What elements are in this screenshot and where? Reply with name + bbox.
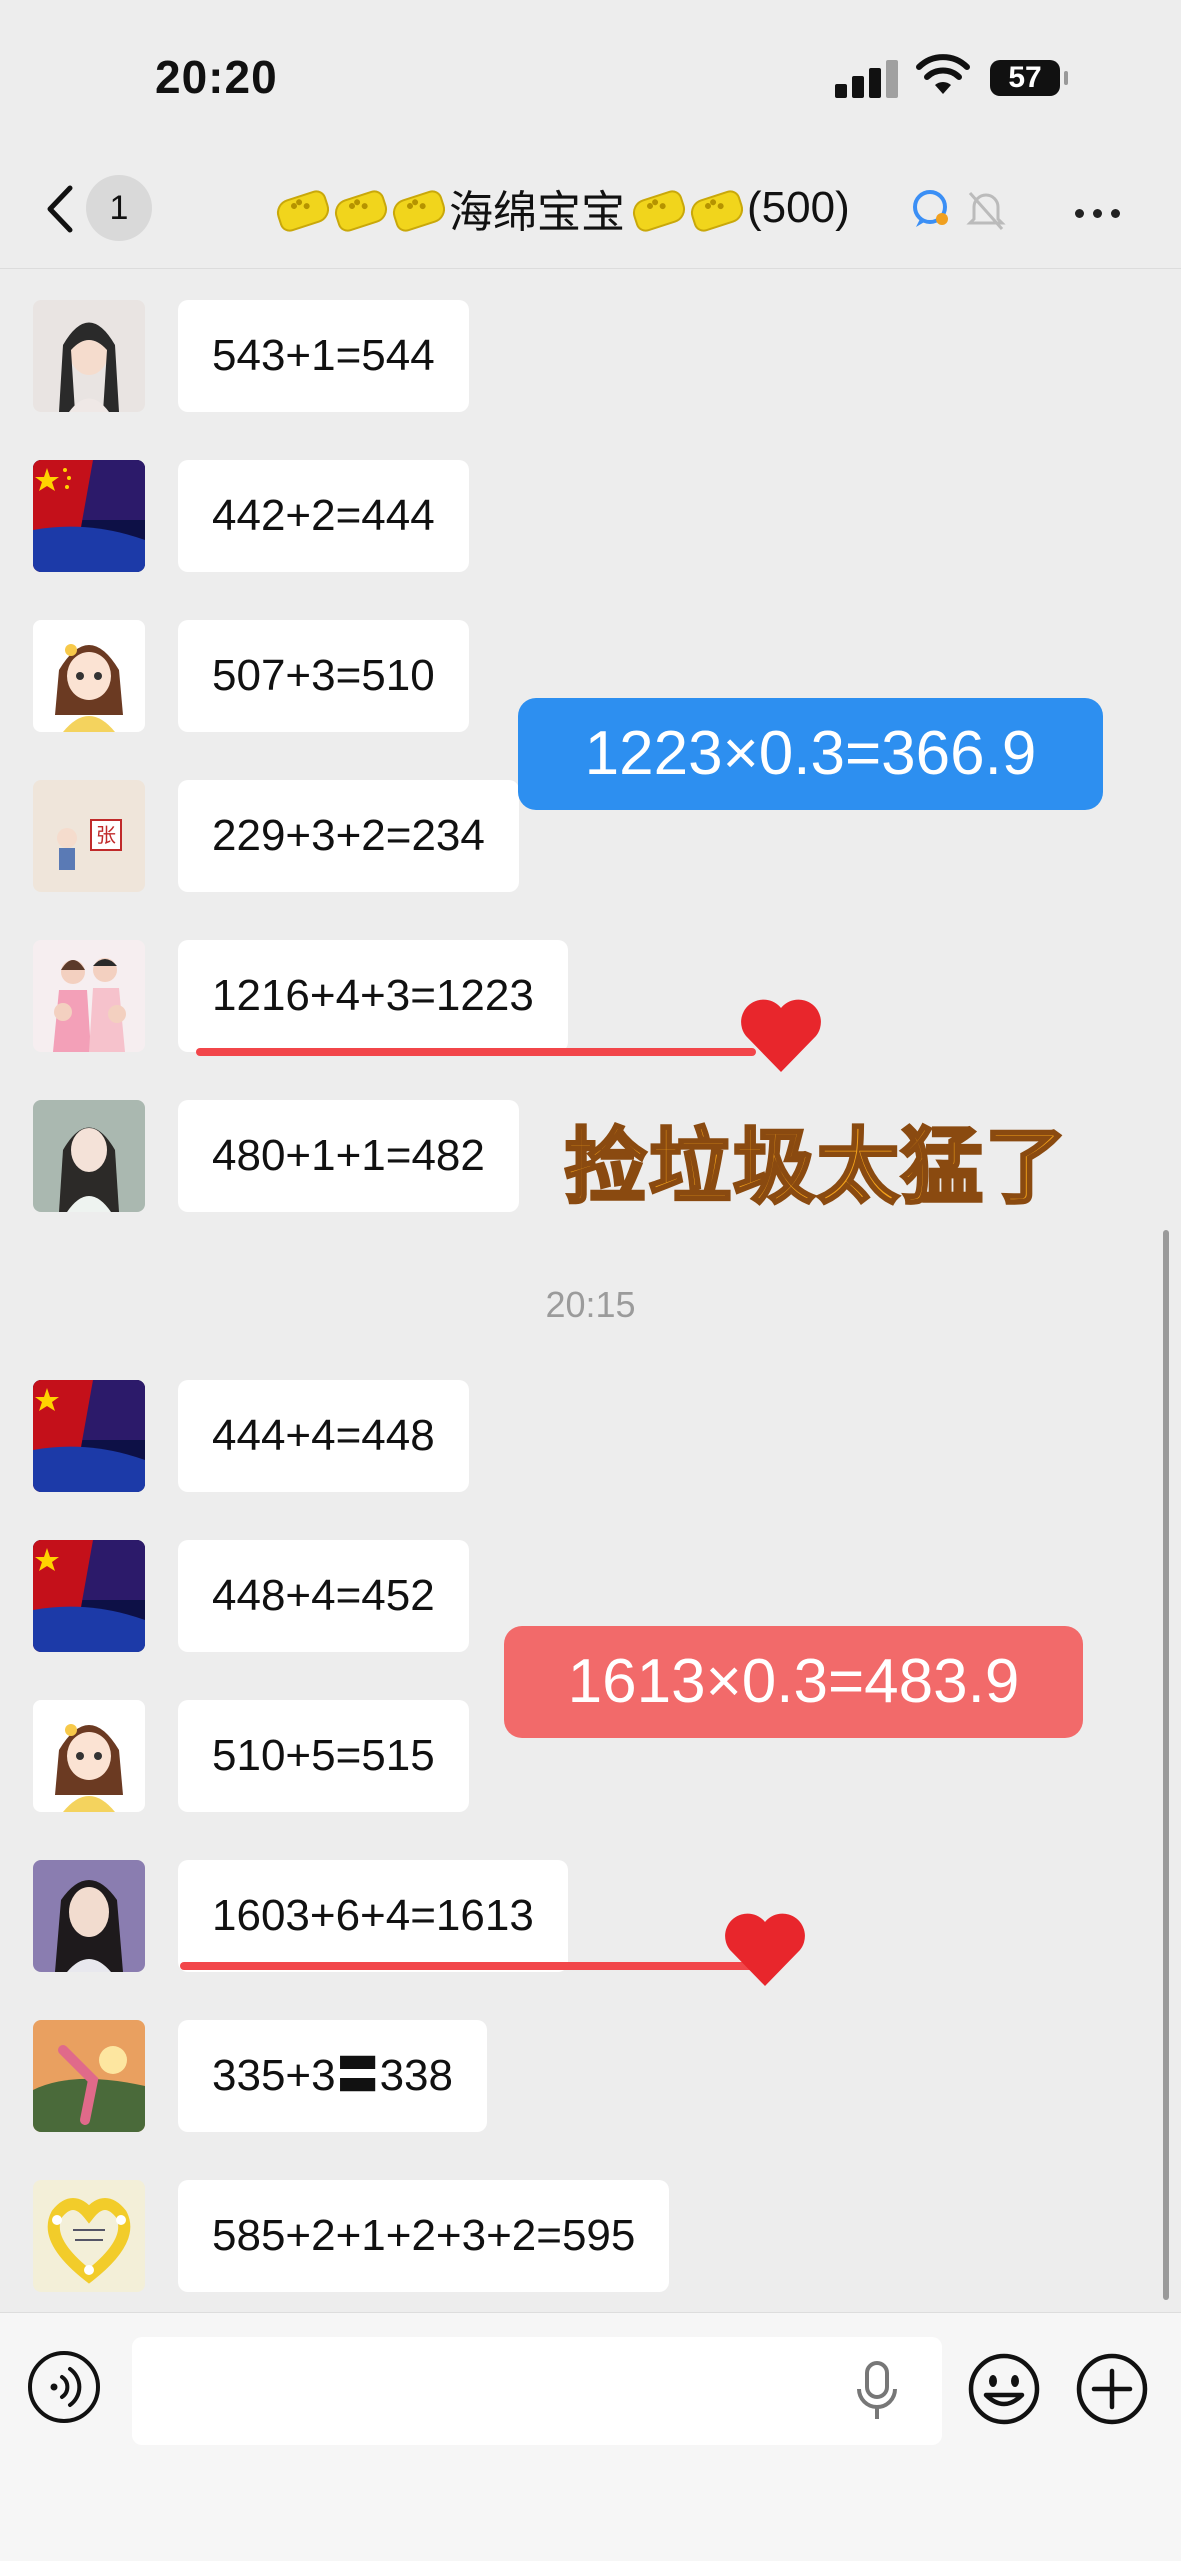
message-bubble[interactable]: 543+1=544 xyxy=(178,300,469,412)
emoji-icon[interactable] xyxy=(966,2351,1042,2427)
flag-landscape-avatar[interactable] xyxy=(33,1380,145,1492)
status-time: 20:20 xyxy=(155,51,278,103)
zhang-badge-avatar[interactable]: 张 xyxy=(33,780,145,892)
unread-count-badge[interactable]: 1 xyxy=(86,175,152,241)
sponge-icon xyxy=(689,191,741,225)
family-photo-avatar[interactable] xyxy=(33,940,145,1052)
heart-icon xyxy=(741,999,821,1072)
cartoon-girl-avatar[interactable] xyxy=(33,620,145,732)
sunset-pose-avatar[interactable] xyxy=(33,2020,145,2132)
message-bubble[interactable]: 442+2=444 xyxy=(178,460,469,572)
wifi-icon xyxy=(916,54,970,94)
member-count: (500) xyxy=(747,183,850,232)
woman-portrait-avatar[interactable] xyxy=(33,1100,145,1212)
message-bubble[interactable]: 1603+6+4=1613 xyxy=(178,1860,568,1972)
message-bubble[interactable]: 507+3=510 xyxy=(178,620,469,732)
svg-text:张: 张 xyxy=(96,823,116,847)
message-bubble[interactable]: 444+4=448 xyxy=(178,1380,469,1492)
message-bubble[interactable]: 585+2+1+2+3+2=595 xyxy=(178,2180,670,2292)
chat-timestamp: 20:15 xyxy=(545,1284,636,1325)
flag-landscape-avatar[interactable] xyxy=(33,1540,145,1652)
message-bubble[interactable]: 480+1+1=482 xyxy=(178,1100,519,1212)
message-bubble[interactable]: 510+5=515 xyxy=(178,1700,469,1812)
red-calc-overlay: 1613×0.3=483.9 xyxy=(504,1626,1083,1738)
sponge-icon xyxy=(391,191,443,225)
chat-title-text: 海绵宝宝 xyxy=(449,188,625,237)
add-plus-icon[interactable] xyxy=(1074,2351,1150,2427)
voice-wave-icon xyxy=(50,2367,82,2407)
back-arrow-icon[interactable] xyxy=(40,182,80,236)
sponge-icon xyxy=(275,191,327,225)
sponge-icon xyxy=(333,191,385,225)
message-input[interactable] xyxy=(132,2337,942,2445)
flower-wreath-avatar[interactable] xyxy=(33,2180,145,2292)
group-chat-icon xyxy=(913,190,948,227)
message-bubble[interactable]: 1216+4+3=1223 xyxy=(178,940,568,1052)
nav-icons xyxy=(913,190,1006,230)
microphone-icon[interactable] xyxy=(855,2359,899,2423)
scrollbar[interactable] xyxy=(1163,1230,1169,2300)
input-bar xyxy=(0,2312,1181,2561)
blue-calc-overlay: 1223×0.3=366.9 xyxy=(518,698,1103,810)
battery-icon: 57 xyxy=(990,60,1068,96)
woman-selfie-avatar[interactable] xyxy=(33,1860,145,1972)
signal-icon xyxy=(835,58,899,98)
message-bubble[interactable]: 448+4=452 xyxy=(178,1540,469,1652)
flag-landscape-avatar[interactable] xyxy=(33,460,145,572)
more-options-icon[interactable] xyxy=(1075,205,1129,223)
chat-header: 1 海绵宝宝 (500) xyxy=(0,150,1181,269)
mute-bell-icon xyxy=(966,192,1006,230)
voice-mode-button[interactable] xyxy=(28,2351,100,2423)
red-underline xyxy=(180,1962,760,1970)
message-bubble[interactable]: 335+3〓338 xyxy=(178,2020,487,2132)
red-underline xyxy=(196,1048,756,1056)
heart-icon xyxy=(725,1913,805,1986)
cartoon-girl-avatar[interactable] xyxy=(33,1700,145,1812)
message-bubble[interactable]: 229+3+2=234 xyxy=(178,780,519,892)
caption-overlay: 捡垃圾太猛了 xyxy=(563,1121,1070,1215)
chat-title[interactable]: 海绵宝宝 (500) xyxy=(275,178,850,238)
woman-portrait-avatar[interactable] xyxy=(33,300,145,412)
sponge-icon xyxy=(631,191,683,225)
